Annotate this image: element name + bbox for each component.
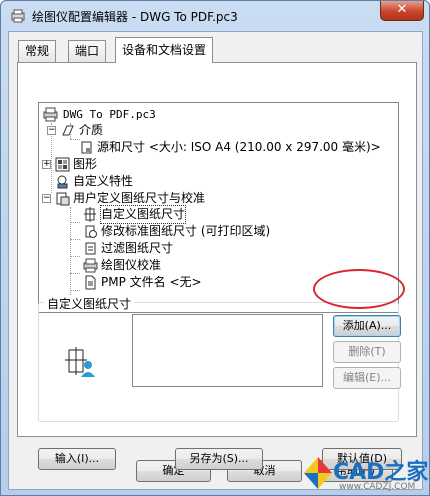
paper-calibration-icon bbox=[56, 192, 70, 206]
graphics-icon bbox=[55, 157, 70, 172]
cad-logo-icon bbox=[304, 457, 332, 489]
tree-item-source-size[interactable]: 源和尺寸 <大小: ISO A4 (210.00 x 297.00 毫米)> bbox=[79, 139, 398, 156]
tree-item-custom-properties[interactable]: 自定义特性 bbox=[43, 173, 383, 190]
pmp-file-icon bbox=[85, 275, 96, 290]
tab-panel: DWG To PDF.pc3 − 介质 源和尺寸 <大小: ISO A4 (21… bbox=[17, 62, 417, 470]
custom-paper-icon bbox=[84, 207, 96, 222]
title-bar: 绘图仪配置编辑器 - DWG To PDF.pc3 ✕ bbox=[1, 1, 429, 31]
highlight-ellipse bbox=[313, 269, 405, 309]
close-button[interactable]: ✕ bbox=[380, 1, 424, 21]
import-button[interactable]: 输入(I)... bbox=[38, 448, 116, 470]
media-icon bbox=[62, 125, 74, 136]
plotter-calibration-icon bbox=[83, 258, 98, 273]
collapse-icon[interactable]: − bbox=[47, 126, 56, 135]
save-as-button[interactable]: 另存为(S)... bbox=[175, 448, 263, 470]
tree-item-custom-paper-size[interactable]: 自定义图纸尺寸 bbox=[83, 205, 203, 224]
close-icon: ✕ bbox=[396, 2, 408, 17]
filter-paper-icon bbox=[85, 242, 96, 255]
plotter-icon bbox=[43, 107, 58, 122]
add-button[interactable]: 添加(A)... bbox=[333, 315, 401, 337]
tree-item-plotter-calibration[interactable]: 绘图仪校准 bbox=[83, 257, 283, 274]
edit-button[interactable]: 编辑(E)... bbox=[333, 367, 401, 389]
group-title: 自定义图纸尺寸 bbox=[44, 295, 135, 312]
plotter-app-icon bbox=[11, 9, 25, 23]
tab-general[interactable]: 常规 bbox=[18, 40, 57, 62]
tree-item-user-paper-sizes[interactable]: − 用户定义图纸尺寸与校准 bbox=[42, 190, 383, 207]
custom-paper-user-icon bbox=[65, 347, 95, 377]
dialog-window: 绘图仪配置编辑器 - DWG To PDF.pc3 ✕ 常规 端口 设备和文档设… bbox=[0, 0, 430, 496]
delete-button[interactable]: 删除(T) bbox=[333, 341, 401, 363]
custom-paper-list[interactable] bbox=[132, 314, 323, 387]
collapse-icon[interactable]: − bbox=[42, 194, 51, 203]
expand-icon[interactable]: + bbox=[42, 160, 51, 169]
tree-item-graphics[interactable]: + 图形 bbox=[42, 156, 383, 173]
tree-item-modify-standard-paper[interactable]: 修改标准图纸尺寸 (可打印区域) bbox=[83, 223, 398, 240]
window-title: 绘图仪配置编辑器 - DWG To PDF.pc3 bbox=[32, 10, 238, 24]
tree-item-media[interactable]: − 介质 bbox=[43, 122, 383, 139]
tree-item-filter-paper[interactable]: 过滤图纸尺寸 bbox=[83, 240, 283, 257]
tree-item-root[interactable]: DWG To PDF.pc3 bbox=[43, 106, 383, 123]
tab-device-document-settings[interactable]: 设备和文档设置 bbox=[115, 37, 214, 63]
custom-properties-icon bbox=[57, 175, 68, 189]
tab-ports[interactable]: 端口 bbox=[68, 40, 107, 62]
paper-size-icon bbox=[81, 141, 92, 154]
watermark: CAD之家 www.CADZJ.COM bbox=[303, 454, 430, 496]
dialog-client: 常规 端口 设备和文档设置 DWG To PDF.pc3 − 介质 源和尺寸 <… bbox=[8, 31, 423, 490]
tree-item-pmp-file[interactable]: PMP 文件名 <无> bbox=[83, 274, 283, 291]
modify-paper-icon bbox=[85, 225, 97, 238]
